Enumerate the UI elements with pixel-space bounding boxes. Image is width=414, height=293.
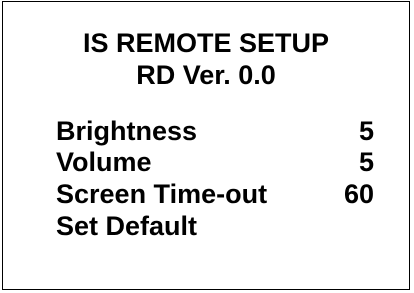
setup-screen: IS REMOTE SETUP RD Ver. 0.0 Brightness 5…: [2, 1, 410, 290]
version-label: RD Ver. 0.0: [136, 60, 276, 90]
menu-item-brightness[interactable]: Brightness 5: [56, 115, 374, 147]
menu-item-label: Set Default: [56, 211, 198, 241]
menu-item-volume[interactable]: Volume 5: [56, 146, 374, 178]
menu-item-value: 60: [343, 179, 374, 209]
menu-item-value: 5: [358, 147, 374, 177]
menu-item-label: Brightness: [56, 116, 198, 146]
screen-title: IS REMOTE SETUP: [82, 28, 330, 58]
menu-item-label: Screen Time-out: [56, 179, 268, 209]
menu-item-value: 5: [358, 116, 374, 146]
menu-item-set-default[interactable]: Set Default: [56, 210, 374, 242]
menu-item-screen-timeout[interactable]: Screen Time-out 60: [56, 178, 374, 210]
menu-item-label: Volume: [56, 147, 152, 177]
